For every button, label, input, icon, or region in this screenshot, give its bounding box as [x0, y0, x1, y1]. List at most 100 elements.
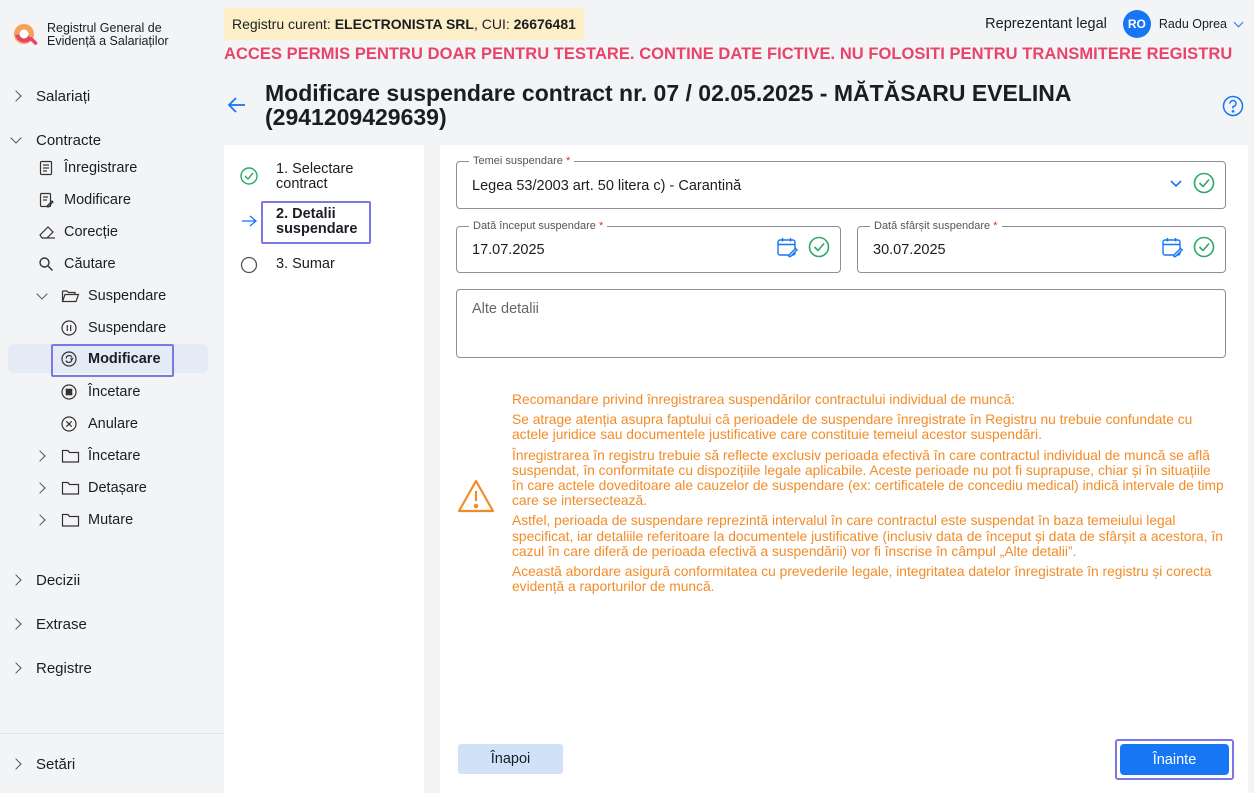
user-name: Radu Oprea	[1158, 17, 1227, 31]
temei-suspendare-value: Legea 53/2003 art. 50 litera c) - Carant…	[472, 178, 742, 194]
nav-anulare[interactable]: Anulare	[0, 408, 224, 440]
end-date-label: Dată sfârșit suspendare *	[870, 219, 1002, 233]
nav-registre[interactable]: Registre	[0, 652, 224, 684]
chevron-right-icon	[10, 574, 22, 586]
nav-mutare[interactable]: Mutare	[0, 504, 224, 536]
user-menu[interactable]: Reprezentant legal RO Radu Oprea	[985, 10, 1244, 38]
warning-icon	[456, 478, 496, 517]
nav-setari-label: Setări	[36, 755, 76, 773]
nav-mutare-label: Mutare	[88, 512, 134, 528]
end-date-value: 30.07.2025	[873, 242, 946, 258]
nav-contracte-label: Contracte	[36, 131, 102, 149]
chevron-right-icon	[10, 758, 22, 770]
step-1-label-line1: 1. Selectare	[276, 161, 354, 177]
registry-prefix: Registru curent:	[232, 16, 331, 32]
chevron-right-icon	[10, 618, 22, 630]
nav-salariati-label: Salariați	[36, 87, 91, 105]
folder-icon	[61, 512, 80, 528]
nav-corectie[interactable]: Corecție	[0, 216, 224, 248]
nav-inregistrare-label: Înregistrare	[64, 160, 138, 176]
start-date-field[interactable]: Dată început suspendare * 17.07.2025	[456, 219, 841, 273]
chevron-down-icon[interactable]	[1169, 176, 1183, 194]
highlight-box: Înainte	[1115, 739, 1234, 780]
nav-registre-label: Registre	[36, 659, 92, 677]
alert-paragraph-2: Înregistrarea în registru trebuie să ref…	[512, 447, 1224, 509]
alte-detalii-textarea[interactable]: Alte detalii	[456, 289, 1226, 358]
nav-decizii[interactable]: Decizii	[0, 564, 224, 596]
folder-icon	[61, 448, 80, 464]
nav-salariati[interactable]: Salariați	[0, 80, 224, 112]
folder-open-icon	[61, 288, 80, 304]
nav-incetare-item-label: Încetare	[88, 384, 141, 400]
help-icon[interactable]	[1222, 95, 1244, 122]
step-1[interactable]: 1. Selectare contract	[224, 162, 424, 194]
nav-inregistrare[interactable]: Înregistrare	[0, 152, 224, 184]
chevron-right-icon	[10, 90, 22, 102]
calendar-edit-icon[interactable]	[776, 236, 798, 263]
chevron-down-icon	[36, 288, 48, 300]
temei-suspendare-select[interactable]: Temei suspendare * Legea 53/2003 art. 50…	[456, 154, 1226, 209]
chevron-right-icon	[34, 482, 46, 494]
search-icon	[38, 256, 54, 272]
nav-suspendare-folder[interactable]: Suspendare	[0, 280, 224, 312]
pause-circle-icon	[61, 320, 77, 336]
logo-line2: Evidență a Salariaților	[47, 34, 169, 48]
stop-circle-icon	[61, 384, 77, 400]
nav-suspendare[interactable]: Suspendare	[0, 312, 224, 344]
check-circle-icon	[808, 236, 830, 263]
alert-paragraph-1: Se atrage atenția asupra faptului că per…	[512, 412, 1193, 443]
nav-extrase-label: Extrase	[36, 615, 87, 633]
avatar: RO	[1122, 10, 1151, 38]
temei-suspendare-label: Temei suspendare *	[469, 154, 575, 168]
alte-detalii-placeholder: Alte detalii	[472, 301, 539, 317]
nav-modificare[interactable]: Modificare	[0, 184, 224, 216]
alert-paragraph-4: Această abordare asigură conformitatea c…	[512, 564, 1212, 595]
test-warning-banner: ACCES PERMIS PENTRU DOAR PENTRU TESTARE.…	[224, 45, 1233, 63]
end-date-field[interactable]: Dată sfârșit suspendare * 30.07.2025	[857, 219, 1226, 273]
chevron-down-icon	[1233, 17, 1244, 27]
nav-detasare-label: Detașare	[88, 480, 147, 496]
app-logo[interactable]: Registrul General de Evidență a Salariaț…	[12, 22, 169, 50]
chevron-right-icon	[34, 450, 46, 462]
check-circle-icon	[1193, 172, 1215, 199]
back-button[interactable]: Înapoi	[458, 744, 563, 774]
nav-extrase[interactable]: Extrase	[0, 608, 224, 640]
nav-incetare-folder[interactable]: Încetare	[0, 440, 224, 472]
close-circle-icon	[61, 416, 77, 432]
check-circle-icon	[1193, 236, 1215, 263]
stepper: 1. Selectare contract 2. Detalii suspend…	[224, 145, 424, 793]
folder-icon	[61, 480, 80, 496]
alert-title: Recomandare privind înregistrarea suspen…	[512, 392, 1016, 407]
nav-modificare-label: Modificare	[64, 192, 131, 208]
alert-paragraph-3: Astfel, perioada de suspendare reprezint…	[512, 513, 1223, 559]
cui-prefix: , CUI:	[473, 16, 510, 32]
nav-suspendare-label: Suspendare	[88, 320, 167, 336]
logo-icon	[12, 22, 40, 50]
start-date-value: 17.07.2025	[472, 242, 545, 258]
nav-detasare[interactable]: Detașare	[0, 472, 224, 504]
nav-decizii-label: Decizii	[36, 571, 81, 589]
nav-cautare[interactable]: Căutare	[0, 248, 224, 280]
calendar-edit-icon[interactable]	[1161, 236, 1183, 263]
nav-corectie-label: Corecție	[64, 224, 118, 240]
registry-name: ELECTRONISTA SRL	[334, 16, 474, 32]
step-3[interactable]: 3. Sumar	[224, 256, 424, 276]
check-circle-icon	[240, 167, 258, 189]
circle-outline-icon	[240, 256, 258, 278]
back-arrow-icon[interactable]	[227, 95, 247, 120]
sidebar-divider	[0, 733, 224, 734]
page-title: Modificare suspendare contract nr. 07 / …	[265, 80, 1071, 130]
nav-setari[interactable]: Setări	[0, 748, 224, 780]
document-list-icon	[38, 160, 54, 176]
eraser-icon	[38, 224, 56, 240]
nav-incetare-item[interactable]: Încetare	[0, 376, 224, 408]
next-button[interactable]: Înainte	[1120, 744, 1229, 775]
nav-incetare-folder-label: Încetare	[88, 448, 141, 464]
document-edit-icon	[38, 192, 54, 208]
step-3-label: 3. Sumar	[276, 256, 335, 272]
nav-anulare-label: Anulare	[88, 416, 138, 432]
registry-cui: 26676481	[513, 16, 576, 32]
step-1-label-line2: contract	[276, 176, 328, 192]
sidebar: Registrul General de Evidență a Salariaț…	[0, 0, 224, 793]
nav-cautare-label: Căutare	[64, 256, 116, 272]
